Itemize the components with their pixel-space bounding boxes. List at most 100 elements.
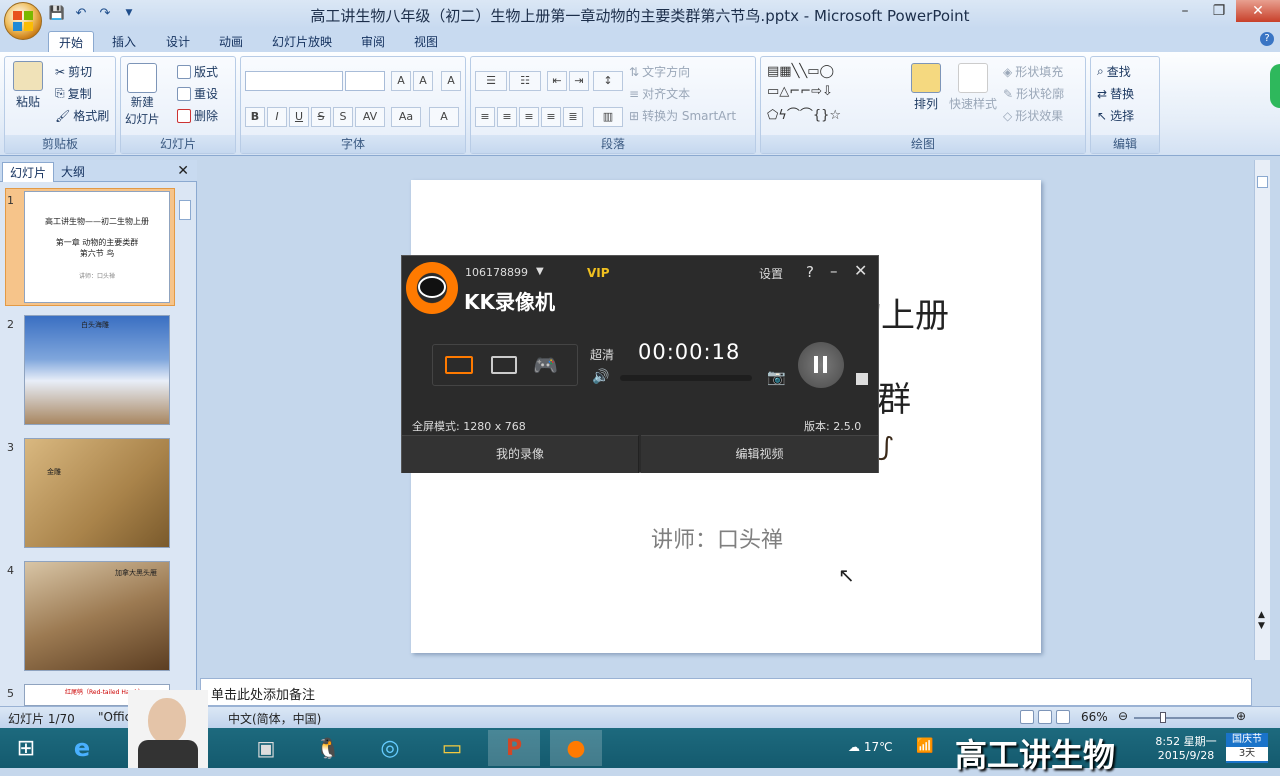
- bold-button[interactable]: B: [245, 107, 265, 127]
- increase-indent-button[interactable]: ⇥: [569, 71, 589, 91]
- quick-styles-button[interactable]: 快速样式: [949, 63, 997, 112]
- notes-pane[interactable]: 单击此处添加备注: [200, 678, 1252, 706]
- columns-button[interactable]: ▥: [593, 107, 623, 127]
- distributed-button[interactable]: ≣: [563, 107, 583, 127]
- align-right-button[interactable]: ≡: [519, 107, 539, 127]
- kk-settings-link[interactable]: 设置: [759, 265, 783, 282]
- change-case-button[interactable]: Aa: [391, 107, 421, 127]
- char-spacing-button[interactable]: AV: [355, 107, 385, 127]
- my-recordings-button[interactable]: 我的录像: [402, 435, 639, 473]
- screenshot-icon[interactable]: 📷: [767, 368, 786, 386]
- save-icon[interactable]: 💾: [48, 4, 66, 22]
- ie-icon[interactable]: e: [56, 730, 108, 766]
- align-text-button[interactable]: ≡ 对齐文本: [629, 85, 690, 102]
- close-panel-icon[interactable]: ✕: [177, 163, 189, 179]
- align-left-button[interactable]: ≡: [475, 107, 495, 127]
- text-direction-button[interactable]: ⇅ 文字方向: [629, 63, 690, 80]
- redo-icon[interactable]: ↷: [96, 4, 114, 22]
- minimize-button[interactable]: –: [1168, 0, 1202, 22]
- customize-qat-icon[interactable]: ▼: [120, 4, 138, 22]
- numbering-button[interactable]: ☷: [509, 71, 541, 91]
- copy-button[interactable]: ⎘ 复制: [55, 85, 92, 102]
- close-button[interactable]: ✕: [1236, 0, 1280, 22]
- font-name-combo[interactable]: [245, 71, 343, 91]
- line-spacing-button[interactable]: ↕: [593, 71, 623, 91]
- tab-design[interactable]: 设计: [156, 31, 200, 52]
- weather-widget[interactable]: ☁ 17℃: [848, 740, 893, 754]
- sorter-view-icon[interactable]: [1038, 710, 1052, 724]
- panel-scrollbar-thumb[interactable]: [179, 200, 191, 220]
- shape-outline-button[interactable]: ✎ 形状轮廓: [1003, 85, 1064, 102]
- maximize-button[interactable]: ❐: [1202, 0, 1236, 22]
- qq-icon[interactable]: 🐧: [302, 730, 354, 766]
- region-mode-icon[interactable]: [491, 356, 517, 374]
- language-indicator[interactable]: 中文(简体，中国): [228, 710, 321, 727]
- kk-close-button[interactable]: ✕: [854, 261, 867, 280]
- zoom-level[interactable]: 66%: [1081, 710, 1108, 724]
- shrink-font-button[interactable]: A: [413, 71, 433, 91]
- shapes-gallery[interactable]: ▤▦╲╲▭◯ ▭△⌐⌐⇨⇩ ⬠ϟ⌒⌒{}☆: [767, 63, 895, 123]
- edit-video-button[interactable]: 编辑视频: [641, 435, 878, 473]
- find-button[interactable]: ⌕ 查找: [1097, 63, 1131, 80]
- paste-button[interactable]: 粘贴: [13, 61, 43, 110]
- quality-label[interactable]: 超清: [590, 346, 614, 363]
- clock[interactable]: 8:52 星期一 2015/9/28: [1150, 733, 1222, 762]
- tab-slideshow[interactable]: 幻灯片放映: [262, 31, 342, 52]
- justify-button[interactable]: ≡: [541, 107, 561, 127]
- zoom-slider-handle[interactable]: [1160, 712, 1166, 723]
- bullets-button[interactable]: ☰: [475, 71, 507, 91]
- format-painter-button[interactable]: 🖌 格式刷: [55, 107, 109, 124]
- kk-help-button[interactable]: ?: [806, 263, 814, 281]
- account-dropdown-icon[interactable]: ▼: [536, 266, 544, 277]
- tab-view[interactable]: 视图: [404, 31, 448, 52]
- tab-slides[interactable]: 幻灯片: [2, 162, 55, 182]
- arrange-button[interactable]: 排列: [911, 63, 941, 112]
- grow-font-button[interactable]: A: [391, 71, 411, 91]
- font-size-combo[interactable]: [345, 71, 385, 91]
- layout-button[interactable]: 版式: [177, 63, 218, 80]
- replace-button[interactable]: ⇄ 替换: [1097, 85, 1134, 102]
- smartart-button[interactable]: ⊞ 转换为 SmartArt: [629, 107, 736, 124]
- align-center-button[interactable]: ≡: [497, 107, 517, 127]
- font-color-button[interactable]: A: [429, 107, 459, 127]
- volume-icon[interactable]: 🔊: [592, 369, 609, 385]
- shape-fill-button[interactable]: ◈ 形状填充: [1003, 63, 1063, 80]
- office-button[interactable]: [4, 2, 42, 40]
- select-button[interactable]: ↖ 选择: [1097, 107, 1134, 124]
- file-explorer-icon[interactable]: ▭: [426, 730, 478, 766]
- slide-thumb-4[interactable]: 加拿大黑头雁: [24, 561, 170, 671]
- italic-button[interactable]: I: [267, 107, 287, 127]
- reset-button[interactable]: 重设: [177, 85, 218, 102]
- help-icon[interactable]: ?: [1260, 32, 1274, 46]
- browser-icon[interactable]: ◎: [364, 730, 416, 766]
- zoom-in-icon[interactable]: ⊕: [1236, 709, 1246, 723]
- slide-thumb-2[interactable]: 白头海雕: [24, 315, 170, 425]
- fullscreen-mode-icon[interactable]: [445, 356, 473, 374]
- undo-icon[interactable]: ↶: [72, 4, 90, 22]
- shape-effects-button[interactable]: ◇ 形状效果: [1003, 107, 1063, 124]
- slideshow-view-icon[interactable]: [1056, 710, 1070, 724]
- slide-thumb-3[interactable]: 金雕: [24, 438, 170, 548]
- powerpoint-icon[interactable]: P: [488, 730, 540, 766]
- delete-slide-button[interactable]: 删除: [177, 107, 218, 124]
- shadow-button[interactable]: S: [333, 107, 353, 127]
- cut-button[interactable]: ✂ 剪切: [55, 63, 92, 80]
- side-widget[interactable]: [1270, 64, 1280, 108]
- windows-start-icon[interactable]: ⊞: [0, 730, 52, 766]
- stop-button[interactable]: [856, 373, 868, 385]
- network-icon[interactable]: 📶: [916, 738, 933, 754]
- game-mode-icon[interactable]: 🎮: [533, 353, 558, 377]
- kk-minimize-button[interactable]: –: [830, 262, 838, 280]
- prev-next-slide-icon[interactable]: ▲ ▼: [1258, 610, 1265, 632]
- zoom-slider[interactable]: [1134, 717, 1234, 719]
- decrease-indent-button[interactable]: ⇤: [547, 71, 567, 91]
- tab-home[interactable]: 开始: [48, 31, 95, 52]
- monitor-icon[interactable]: ▣: [240, 730, 292, 766]
- underline-button[interactable]: U: [289, 107, 309, 127]
- clear-format-button[interactable]: A: [441, 71, 461, 91]
- tab-animations[interactable]: 动画: [209, 31, 253, 52]
- slide-thumb-1[interactable]: 高工讲生物——初二生物上册 第一章 动物的主要类群 第六节 鸟 讲师：口头禅: [24, 191, 170, 303]
- new-slide-button[interactable]: 新建 幻灯片: [125, 63, 160, 127]
- tab-outline[interactable]: 大纲: [54, 162, 92, 182]
- kk-recorder-taskbar-icon[interactable]: ●: [550, 730, 602, 766]
